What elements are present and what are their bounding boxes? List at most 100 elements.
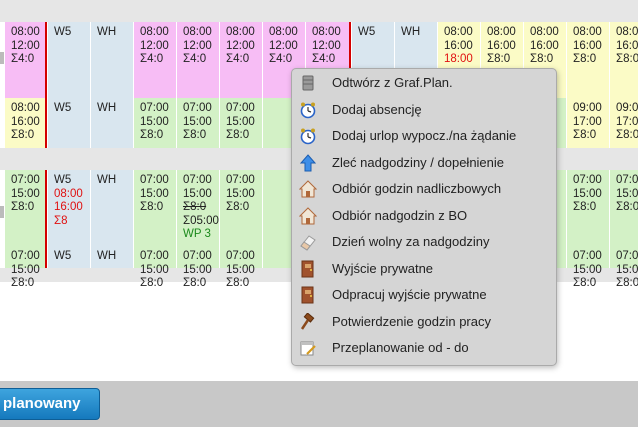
cell-line: Σ8:0 <box>573 277 597 289</box>
schedule-cell[interactable]: 07:0015:00Σ8:0 <box>566 246 609 289</box>
cell-line: 08:00 <box>487 26 516 38</box>
schedule-cell[interactable]: 07:0015:00Σ8:0 <box>133 170 176 246</box>
context-menu-item[interactable]: Odbiór godzin nadliczbowych <box>292 176 556 202</box>
schedule-cell[interactable]: 08:0016:00Σ8:0 <box>566 22 609 98</box>
cell-line: 07:00 <box>183 174 212 186</box>
context-menu-item[interactable]: Zleć nadgodziny / dopełnienie <box>292 150 556 176</box>
context-menu-item-label: Dodaj absencję <box>332 101 422 117</box>
cell-line: 15:00 <box>226 263 255 276</box>
schedule-cell[interactable]: 07:00 15:00 Σ8:0 Σ05:00 WP 3 <box>176 170 219 246</box>
cell-line: Σ8:0 <box>140 129 164 141</box>
cell-line: 07:00 <box>226 102 255 114</box>
cell-line: Σ8:0 <box>11 201 35 213</box>
cell-line: 15:00 <box>183 115 212 128</box>
cell-line: Σ8:0 <box>140 277 164 289</box>
schedule-cell[interactable]: 09:0017:00Σ8:0 <box>609 98 638 148</box>
schedule-cell[interactable]: 07:0015:00Σ8:0 <box>609 246 638 289</box>
schedule-cell[interactable]: WH <box>90 22 133 98</box>
cell-line: Σ8:0 <box>226 277 250 289</box>
schedule-cell[interactable]: WH <box>90 98 133 148</box>
context-menu-item-label: Potwierdzenie godzin pracy <box>332 313 491 329</box>
context-menu-item[interactable]: Dodaj absencję <box>292 97 556 123</box>
context-menu-item-label: Dzień wolny za nadgodziny <box>332 234 490 249</box>
cell-line: WH <box>97 250 117 262</box>
cell-line: 08:00 <box>312 26 341 38</box>
cell-line: 15:00 <box>140 263 169 276</box>
context-menu-item-label: Dodaj urlop wypocz./na żądanie <box>332 128 517 143</box>
cell-line: 08:00 <box>573 26 602 38</box>
cell-line: 07:00 <box>140 174 169 186</box>
schedule-cell[interactable]: 08:00 12:00 Σ4:0 <box>133 22 176 98</box>
eraser-icon <box>299 233 317 251</box>
cell-line: Σ4:0 <box>269 53 293 65</box>
context-menu-item[interactable]: Odpracuj wyjście prywatne <box>292 282 556 308</box>
cell-line: Σ8:0 <box>573 129 597 141</box>
context-menu-item[interactable]: Przeplanowanie od - do <box>292 335 556 361</box>
schedule-cell[interactable]: 07:0015:00Σ8:0 <box>176 98 219 148</box>
schedule-cell[interactable]: 09:0017:00Σ8:0 <box>566 98 609 148</box>
schedule-cell[interactable]: 08:0016:00Σ8:0 <box>4 98 47 148</box>
cell-line: 16:00 <box>11 115 40 128</box>
cell-line: Σ4:0 <box>312 53 336 65</box>
cell-line: 12:00 <box>183 39 212 52</box>
schedule-cell[interactable]: 07:0015:00Σ8:0 <box>4 170 47 246</box>
schedule-cell[interactable]: W5 08:00 16:00 Σ8 <box>47 170 90 246</box>
schedule-cell[interactable]: 08:00 12:00 Σ4:0 <box>176 22 219 98</box>
context-menu-item[interactable]: Dzień wolny za nadgodziny <box>292 229 556 255</box>
schedule-cell[interactable]: 07:0015:00Σ8:0 <box>566 170 609 246</box>
context-menu-item[interactable]: Dodaj urlop wypocz./na żądanie <box>292 123 556 149</box>
cell-line: 07:00 <box>573 250 602 262</box>
schedule-cell[interactable]: WH <box>90 170 133 246</box>
cell-line: 08:00 <box>183 26 212 38</box>
context-menu-item[interactable]: Wyjście prywatne <box>292 256 556 282</box>
cell-line: W5 <box>54 26 72 38</box>
schedule-cell[interactable]: 07:0015:00Σ8:0 <box>219 246 262 289</box>
schedule-cell[interactable]: 07:0015:00Σ8:0 <box>219 170 262 246</box>
schedule-cell[interactable]: 07:0015:00Σ8:0 <box>4 246 47 289</box>
cell-line: 07:00 <box>573 174 602 186</box>
schedule-cell[interactable]: W5 <box>47 22 90 98</box>
schedule-cell[interactable]: 07:0015:00Σ8:0 <box>133 246 176 289</box>
cell-line: Σ8:0 <box>530 53 554 65</box>
row-handle[interactable] <box>0 52 4 64</box>
cell-line: 15:00 <box>616 263 638 276</box>
schedule-cell[interactable]: 08:00 12:00 Σ4:0 <box>219 22 262 98</box>
plan-button[interactable]: planowany <box>0 388 100 420</box>
cell-line: W5 <box>54 102 72 114</box>
cell-line: Σ8:0 <box>573 53 597 65</box>
schedule-cell[interactable]: 07:0015:00Σ8:0 <box>133 98 176 148</box>
cell-line: Σ8:0 <box>183 129 207 141</box>
cell-line: 16:00 <box>573 39 602 52</box>
schedule-cell[interactable]: 07:0015:00Σ8:0 <box>219 98 262 148</box>
gavel-icon <box>299 311 317 331</box>
cell-line: 16:00 <box>444 39 473 52</box>
cell-line: WH <box>97 102 117 114</box>
cell-line: 12:00 <box>140 39 169 52</box>
schedule-cell[interactable]: 08:00 12:00 Σ4:0 <box>4 22 47 98</box>
cell-line: 12:00 <box>312 39 341 52</box>
schedule-cell[interactable]: WH <box>90 246 133 268</box>
schedule-cell[interactable]: 08:0016:00Σ8:0 <box>609 22 638 98</box>
cell-line: 17:00 <box>616 115 638 128</box>
house-icon <box>298 180 318 198</box>
cell-line: 12:00 <box>269 39 298 52</box>
cell-line: 18:00 <box>444 53 473 65</box>
cell-line: Σ8:0 <box>616 129 638 141</box>
row-handle[interactable] <box>0 206 4 218</box>
cell-line: Σ05:00 <box>183 214 219 227</box>
context-menu-item[interactable]: Odtwórz z Graf.Plan. <box>292 70 556 96</box>
cell-line: Σ8:0 <box>140 201 164 213</box>
exit-door-icon <box>299 286 317 304</box>
context-menu-item-label: Przeplanowanie od - do <box>332 340 469 355</box>
schedule-cell[interactable]: 07:0015:00Σ8:0 <box>609 170 638 246</box>
schedule-cell[interactable]: W5 <box>47 246 90 268</box>
cell-line: Σ8 <box>54 214 68 227</box>
arrow-up-icon <box>299 153 317 172</box>
schedule-cell[interactable]: W5 <box>47 98 90 148</box>
cell-line: Σ8:0 <box>573 201 597 213</box>
context-menu-item[interactable]: Potwierdzenie godzin pracy <box>292 309 556 335</box>
schedule-cell[interactable]: 07:0015:00Σ8:0 <box>176 246 219 289</box>
context-menu-item[interactable]: Odbiór nadgodzin z BO <box>292 203 556 229</box>
cell-line: WH <box>401 26 421 38</box>
calendar-edit-icon <box>299 339 317 357</box>
